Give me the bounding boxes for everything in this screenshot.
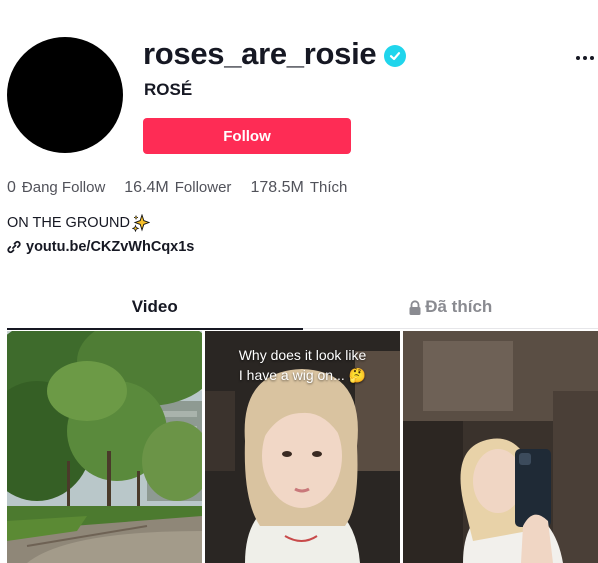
display-name: ROSÉ	[144, 80, 193, 99]
lock-icon	[409, 300, 421, 315]
video-caption-text: Why does it look like I have a wig on...	[238, 347, 367, 383]
video-caption: Why does it look like I have a wig on...…	[205, 345, 400, 385]
tab-video[interactable]: Video	[7, 293, 303, 330]
sparkles-icon	[132, 214, 150, 232]
username: roses_are_rosie	[143, 36, 377, 71]
stat-likes: 178.5M Thích	[250, 179, 347, 197]
video-thumbnail[interactable]	[7, 331, 202, 563]
profile-link-text: youtu.be/CKZvWhCqx1s	[26, 239, 195, 255]
profile-stats: 0 Đang Follow 16.4M Follower 178.5M Thíc…	[7, 179, 366, 197]
stat-followers-count: 16.4M	[124, 179, 169, 196]
avatar[interactable]	[7, 37, 123, 153]
video-thumbnail[interactable]	[403, 331, 598, 563]
video-grid: Why does it look like I have a wig on...…	[7, 331, 598, 563]
profile-link[interactable]: youtu.be/CKZvWhCqx1s	[7, 239, 194, 255]
stat-following[interactable]: 0 Đang Follow	[7, 179, 105, 197]
tab-liked-label: Đã thích	[425, 297, 493, 316]
verified-badge-icon	[384, 44, 407, 67]
thinking-emoji-icon: 🤔	[348, 367, 367, 383]
profile-tabs: Video Đã thích	[7, 293, 598, 330]
stat-likes-count: 178.5M	[250, 179, 304, 196]
bio: ON THE GROUND	[7, 214, 150, 232]
more-options-icon[interactable]	[572, 46, 598, 70]
video-thumbnail[interactable]: Why does it look like I have a wig on...…	[205, 331, 400, 563]
username-row: roses_are_rosie	[143, 36, 407, 72]
tab-video-label: Video	[131, 297, 178, 316]
tab-liked[interactable]: Đã thích	[303, 293, 598, 329]
stat-following-label: Đang Follow	[21, 179, 106, 196]
stat-followers-label: Follower	[174, 179, 232, 196]
stat-following-count: 0	[7, 179, 16, 196]
link-icon	[7, 240, 21, 254]
stat-likes-label: Thích	[309, 179, 348, 196]
bio-text: ON THE GROUND	[7, 215, 130, 231]
stat-followers[interactable]: 16.4M Follower	[124, 179, 231, 197]
video-thumbnail-image	[403, 331, 598, 563]
follow-button[interactable]: Follow	[143, 118, 351, 154]
video-thumbnail-image	[7, 331, 202, 563]
